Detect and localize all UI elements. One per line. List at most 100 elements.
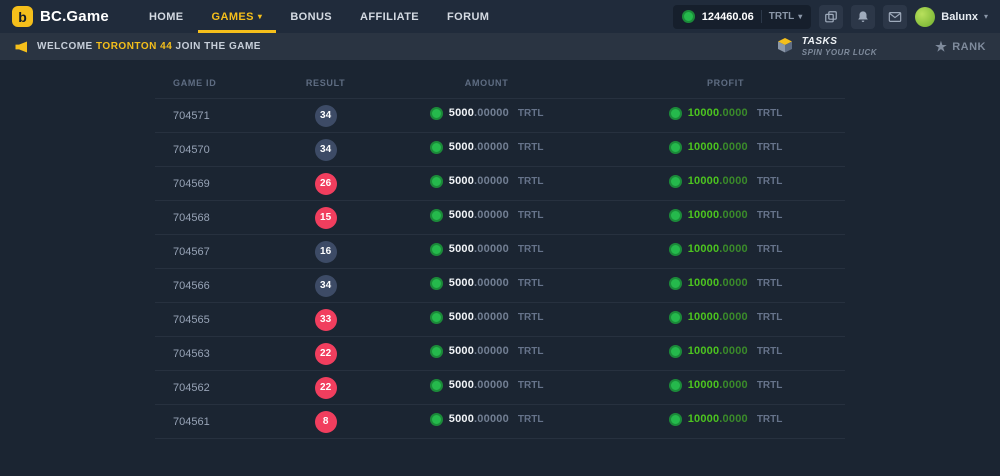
profit-number: 10000.0000: [688, 209, 748, 221]
table-row[interactable]: 704570 34 5000.00000 TRTL 10000.0000 TRT…: [155, 133, 845, 167]
megaphone-icon: [14, 40, 28, 54]
nav-item-forum[interactable]: FORUM: [433, 0, 503, 33]
table-row[interactable]: 704567 16 5000.00000 TRTL 10000.0000 TRT…: [155, 235, 845, 269]
profit-number: 10000.0000: [688, 141, 748, 153]
table-row[interactable]: 704571 34 5000.00000 TRTL 10000.0000 TRT…: [155, 99, 845, 133]
table-row[interactable]: 704568 15 5000.00000 TRTL 10000.0000 TRT…: [155, 201, 845, 235]
trtl-coin-icon: [430, 413, 443, 426]
amount-cell: 5000.00000 TRTL: [367, 201, 606, 235]
welcome-suffix: JOIN THE GAME: [172, 41, 261, 52]
game-id-cell: 704570: [155, 133, 284, 167]
profit-number: 10000.0000: [688, 379, 748, 391]
amount-currency: TRTL: [518, 142, 544, 153]
top-bar: b BC.Game HOMEGAMES▾BONUSAFFILIATEFORUM …: [0, 0, 1000, 33]
balance-amount: 124460.06: [702, 11, 754, 23]
bets-table: GAME ID RESULT AMOUNT PROFIT 704571 34 5…: [155, 70, 845, 439]
profit-currency: TRTL: [757, 414, 783, 425]
main-nav: HOME GAMES▾BONUS AFFILIATE FORUM: [135, 0, 503, 33]
game-id-cell: 704565: [155, 303, 284, 337]
result-badge: 34: [315, 275, 337, 297]
user-menu[interactable]: Balunx ▾: [915, 7, 988, 27]
tasks-subtitle: SPIN YOUR LUCK: [802, 48, 877, 58]
trtl-coin-icon: [669, 243, 682, 256]
main-content: GAME ID RESULT AMOUNT PROFIT 704571 34 5…: [0, 60, 1000, 439]
nav-item-home[interactable]: HOME: [135, 0, 198, 33]
amount-currency: TRTL: [518, 176, 544, 187]
result-cell: 22: [284, 337, 367, 371]
amount-value: 5000.00000 TRTL: [430, 311, 544, 324]
profit-currency: TRTL: [757, 108, 783, 119]
game-id-cell: 704568: [155, 201, 284, 235]
profit-cell: 10000.0000 TRTL: [606, 99, 845, 133]
nav-item-games[interactable]: GAMES▾: [198, 0, 277, 33]
star-icon: ★: [935, 40, 947, 53]
profit-value: 10000.0000 TRTL: [669, 141, 783, 154]
nav-item-label: HOME: [149, 11, 184, 23]
cards-button[interactable]: [819, 5, 843, 29]
amount-cell: 5000.00000 TRTL: [367, 371, 606, 405]
nav-item-affiliate[interactable]: AFFILIATE: [346, 0, 433, 33]
user-name: Balunx: [941, 11, 978, 23]
table-row[interactable]: 704563 22 5000.00000 TRTL 10000.0000 TRT…: [155, 337, 845, 371]
messages-button[interactable]: [883, 5, 907, 29]
col-amount: AMOUNT: [367, 70, 606, 99]
notifications-button[interactable]: [851, 5, 875, 29]
announcement-bar: WELCOME TORONTON 44 JOIN THE GAME TASKS …: [0, 33, 1000, 60]
game-id-cell: 704566: [155, 269, 284, 303]
amount-currency: TRTL: [518, 210, 544, 221]
trtl-coin-icon: [430, 209, 443, 222]
profit-number: 10000.0000: [688, 311, 748, 323]
result-badge: 26: [315, 173, 337, 195]
profit-currency: TRTL: [757, 346, 783, 357]
chevron-down-icon: ▾: [258, 13, 262, 21]
amount-number: 5000.00000: [449, 413, 509, 425]
tasks-widget[interactable]: TASKS SPIN YOUR LUCK: [776, 36, 877, 58]
trtl-coin-icon: [669, 379, 682, 392]
profit-cell: 10000.0000 TRTL: [606, 201, 845, 235]
profit-currency: TRTL: [757, 142, 783, 153]
divider: [761, 10, 762, 23]
table-row[interactable]: 704566 34 5000.00000 TRTL 10000.0000 TRT…: [155, 269, 845, 303]
nav-item-bonus[interactable]: BONUS: [276, 0, 346, 33]
result-cell: 26: [284, 167, 367, 201]
currency-selector[interactable]: TRTL ▾: [769, 11, 803, 22]
table-row[interactable]: 704561 8 5000.00000 TRTL 10000.0000 TRTL: [155, 405, 845, 439]
trtl-coin-icon: [682, 10, 695, 23]
trtl-coin-icon: [669, 277, 682, 290]
result-badge: 15: [315, 207, 337, 229]
profit-value: 10000.0000 TRTL: [669, 413, 783, 426]
amount-cell: 5000.00000 TRTL: [367, 133, 606, 167]
trtl-coin-icon: [669, 107, 682, 120]
logo[interactable]: b BC.Game: [12, 6, 109, 27]
rank-widget[interactable]: ★ RANK: [935, 40, 986, 53]
amount-value: 5000.00000 TRTL: [430, 107, 544, 120]
amount-number: 5000.00000: [449, 107, 509, 119]
game-id-cell: 704571: [155, 99, 284, 133]
table-row[interactable]: 704562 22 5000.00000 TRTL 10000.0000 TRT…: [155, 371, 845, 405]
balance-pill[interactable]: 124460.06 TRTL ▾: [673, 5, 812, 29]
amount-currency: TRTL: [518, 312, 544, 323]
profit-cell: 10000.0000 TRTL: [606, 303, 845, 337]
result-cell: 34: [284, 99, 367, 133]
table-row[interactable]: 704565 33 5000.00000 TRTL 10000.0000 TRT…: [155, 303, 845, 337]
game-id-cell: 704561: [155, 405, 284, 439]
amount-number: 5000.00000: [449, 277, 509, 289]
game-id-cell: 704569: [155, 167, 284, 201]
result-badge: 33: [315, 309, 337, 331]
profit-value: 10000.0000 TRTL: [669, 209, 783, 222]
announcement-text: WELCOME TORONTON 44 JOIN THE GAME: [37, 41, 261, 52]
result-badge: 22: [315, 343, 337, 365]
cards-icon: [824, 10, 838, 24]
trtl-coin-icon: [669, 175, 682, 188]
trtl-coin-icon: [669, 141, 682, 154]
amount-cell: 5000.00000 TRTL: [367, 99, 606, 133]
result-cell: 34: [284, 133, 367, 167]
nav-item-label: AFFILIATE: [360, 11, 419, 23]
result-cell: 15: [284, 201, 367, 235]
amount-number: 5000.00000: [449, 345, 509, 357]
amount-currency: TRTL: [518, 380, 544, 391]
trtl-coin-icon: [669, 311, 682, 324]
tasks-box-icon: [776, 36, 794, 57]
welcome-username: TORONTON 44: [96, 41, 172, 52]
table-row[interactable]: 704569 26 5000.00000 TRTL 10000.0000 TRT…: [155, 167, 845, 201]
